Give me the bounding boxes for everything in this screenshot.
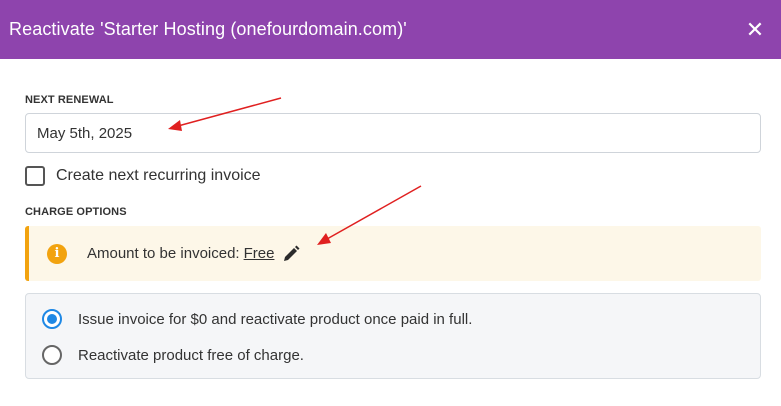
radio-issue-invoice[interactable]	[42, 309, 62, 329]
radio-free-reactivation[interactable]	[42, 345, 62, 365]
recurring-invoice-checkbox[interactable]	[25, 166, 45, 186]
amount-free-link[interactable]: Free	[244, 245, 275, 262]
recurring-invoice-label[interactable]: Create next recurring invoice	[56, 167, 261, 185]
recurring-invoice-row[interactable]: Create next recurring invoice	[25, 165, 261, 187]
option-free-reactivation[interactable]: Reactivate product free of charge.	[42, 345, 304, 365]
modal-title: Reactivate 'Starter Hosting (onefourdoma…	[9, 19, 407, 39]
option-free-reactivation-label[interactable]: Reactivate product free of charge.	[78, 347, 304, 364]
charge-options-box: Issue invoice for $0 and reactivate prod…	[25, 293, 761, 379]
info-icon: i	[47, 243, 67, 264]
close-icon[interactable]: ✕	[741, 16, 769, 44]
option-issue-invoice-label[interactable]: Issue invoice for $0 and reactivate prod…	[78, 311, 472, 328]
pencil-icon[interactable]	[282, 245, 300, 263]
next-renewal-label: NEXT RENEWAL	[25, 94, 114, 106]
modal-header: Reactivate 'Starter Hosting (onefourdoma…	[0, 0, 781, 59]
next-renewal-input[interactable]	[25, 113, 761, 153]
amount-alert: i Amount to be invoiced: Free	[25, 226, 761, 281]
option-issue-invoice[interactable]: Issue invoice for $0 and reactivate prod…	[42, 309, 472, 329]
alert-text: Amount to be invoiced:	[87, 245, 240, 262]
charge-options-label: CHARGE OPTIONS	[25, 206, 127, 218]
